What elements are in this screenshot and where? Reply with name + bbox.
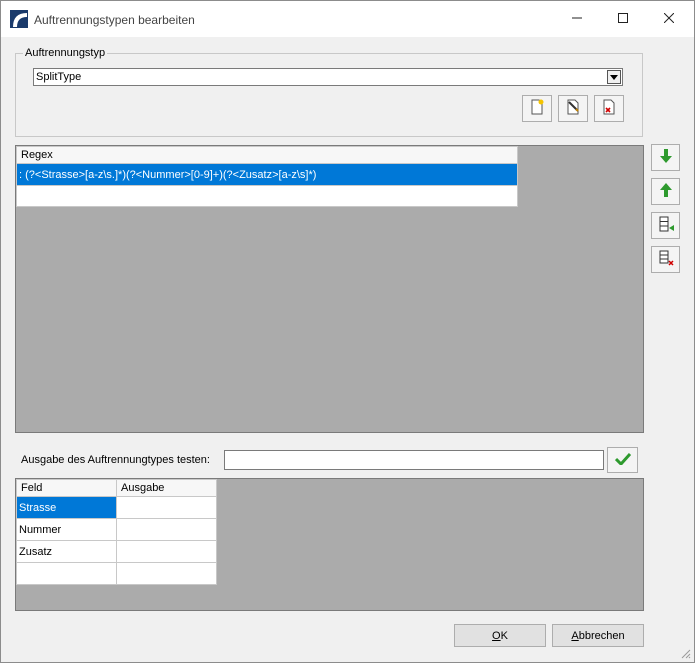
minimize-button[interactable] — [554, 1, 600, 35]
table-row[interactable] — [16, 185, 518, 207]
cancel-label: bbrechen — [578, 629, 625, 642]
column-header-regex[interactable]: Regex — [16, 146, 518, 164]
ok-button[interactable]: OK — [454, 624, 546, 647]
add-row-button[interactable] — [651, 212, 680, 239]
table-row[interactable]: Strasse — [16, 496, 217, 519]
ok-label: K — [500, 629, 508, 642]
groupbox-legend: Auftrennungstyp — [23, 47, 108, 59]
move-up-arrow-icon — [659, 183, 672, 200]
table-row[interactable]: Nummer — [16, 518, 217, 541]
regex-cell[interactable]: : (?<Strasse>[a-z\s.]*)(?<Nummer>[0-9]+)… — [16, 163, 518, 186]
split-type-combobox[interactable]: SplitType — [33, 68, 623, 86]
dialog-window: Auftrennungstypen bearbeiten Auftrennung… — [0, 0, 695, 663]
title-bar[interactable]: Auftrennungstypen bearbeiten — [1, 1, 694, 37]
test-label: Ausgabe des Auftrennungtypes testen: — [21, 454, 210, 466]
test-run-button[interactable] — [607, 447, 638, 473]
delete-document-icon — [601, 99, 617, 118]
column-header-feld[interactable]: Feld — [16, 479, 117, 497]
field-cell[interactable]: Nummer — [16, 518, 117, 541]
checkmark-icon — [614, 452, 631, 468]
cancel-button[interactable]: Abbrechen — [552, 624, 644, 647]
close-button[interactable] — [646, 1, 692, 35]
regex-grid[interactable]: Regex : (?<Strasse>[a-z\s.]*)(?<Nummer>[… — [15, 145, 644, 433]
table-row[interactable]: : (?<Strasse>[a-z\s.]*)(?<Nummer>[0-9]+)… — [16, 163, 518, 186]
regex-table: Regex : (?<Strasse>[a-z\s.]*)(?<Nummer>[… — [16, 146, 518, 207]
combobox-value: SplitType — [36, 71, 82, 83]
app-logo-icon — [10, 10, 28, 28]
table-row[interactable] — [16, 562, 217, 585]
close-icon — [664, 13, 674, 23]
resize-grip-icon[interactable] — [679, 647, 691, 659]
field-cell[interactable]: Zusatz — [16, 540, 117, 563]
ok-accelerator: O — [492, 629, 501, 642]
new-type-button[interactable] — [522, 95, 552, 122]
output-cell[interactable] — [116, 496, 217, 519]
table-row[interactable]: Zusatz — [16, 540, 217, 563]
column-header-ausgabe[interactable]: Ausgabe — [116, 479, 217, 497]
output-cell[interactable] — [116, 518, 217, 541]
window-title: Auftrennungstypen bearbeiten — [34, 13, 195, 27]
maximize-icon — [618, 13, 628, 23]
test-input[interactable] — [224, 450, 604, 470]
chevron-down-icon[interactable] — [607, 70, 621, 84]
output-cell[interactable] — [116, 540, 217, 563]
delete-row-icon — [658, 250, 674, 269]
edit-type-button[interactable] — [558, 95, 588, 122]
move-down-arrow-icon — [659, 149, 672, 166]
move-down-button[interactable] — [651, 144, 680, 171]
new-document-icon — [529, 99, 545, 118]
edit-document-icon — [565, 99, 581, 118]
output-table: Feld Ausgabe Strasse Nummer Zusatz — [16, 479, 217, 585]
field-cell[interactable]: Strasse — [16, 496, 117, 519]
cancel-accelerator: A — [571, 629, 579, 642]
output-grid[interactable]: Feld Ausgabe Strasse Nummer Zusatz — [15, 478, 644, 611]
maximize-button[interactable] — [600, 1, 646, 35]
move-up-button[interactable] — [651, 178, 680, 205]
output-cell[interactable] — [116, 562, 217, 585]
minimize-icon — [572, 13, 582, 23]
delete-row-button[interactable] — [651, 246, 680, 273]
delete-type-button[interactable] — [594, 95, 624, 122]
add-row-icon — [658, 216, 674, 235]
regex-cell[interactable] — [16, 185, 518, 207]
field-cell[interactable] — [16, 562, 117, 585]
